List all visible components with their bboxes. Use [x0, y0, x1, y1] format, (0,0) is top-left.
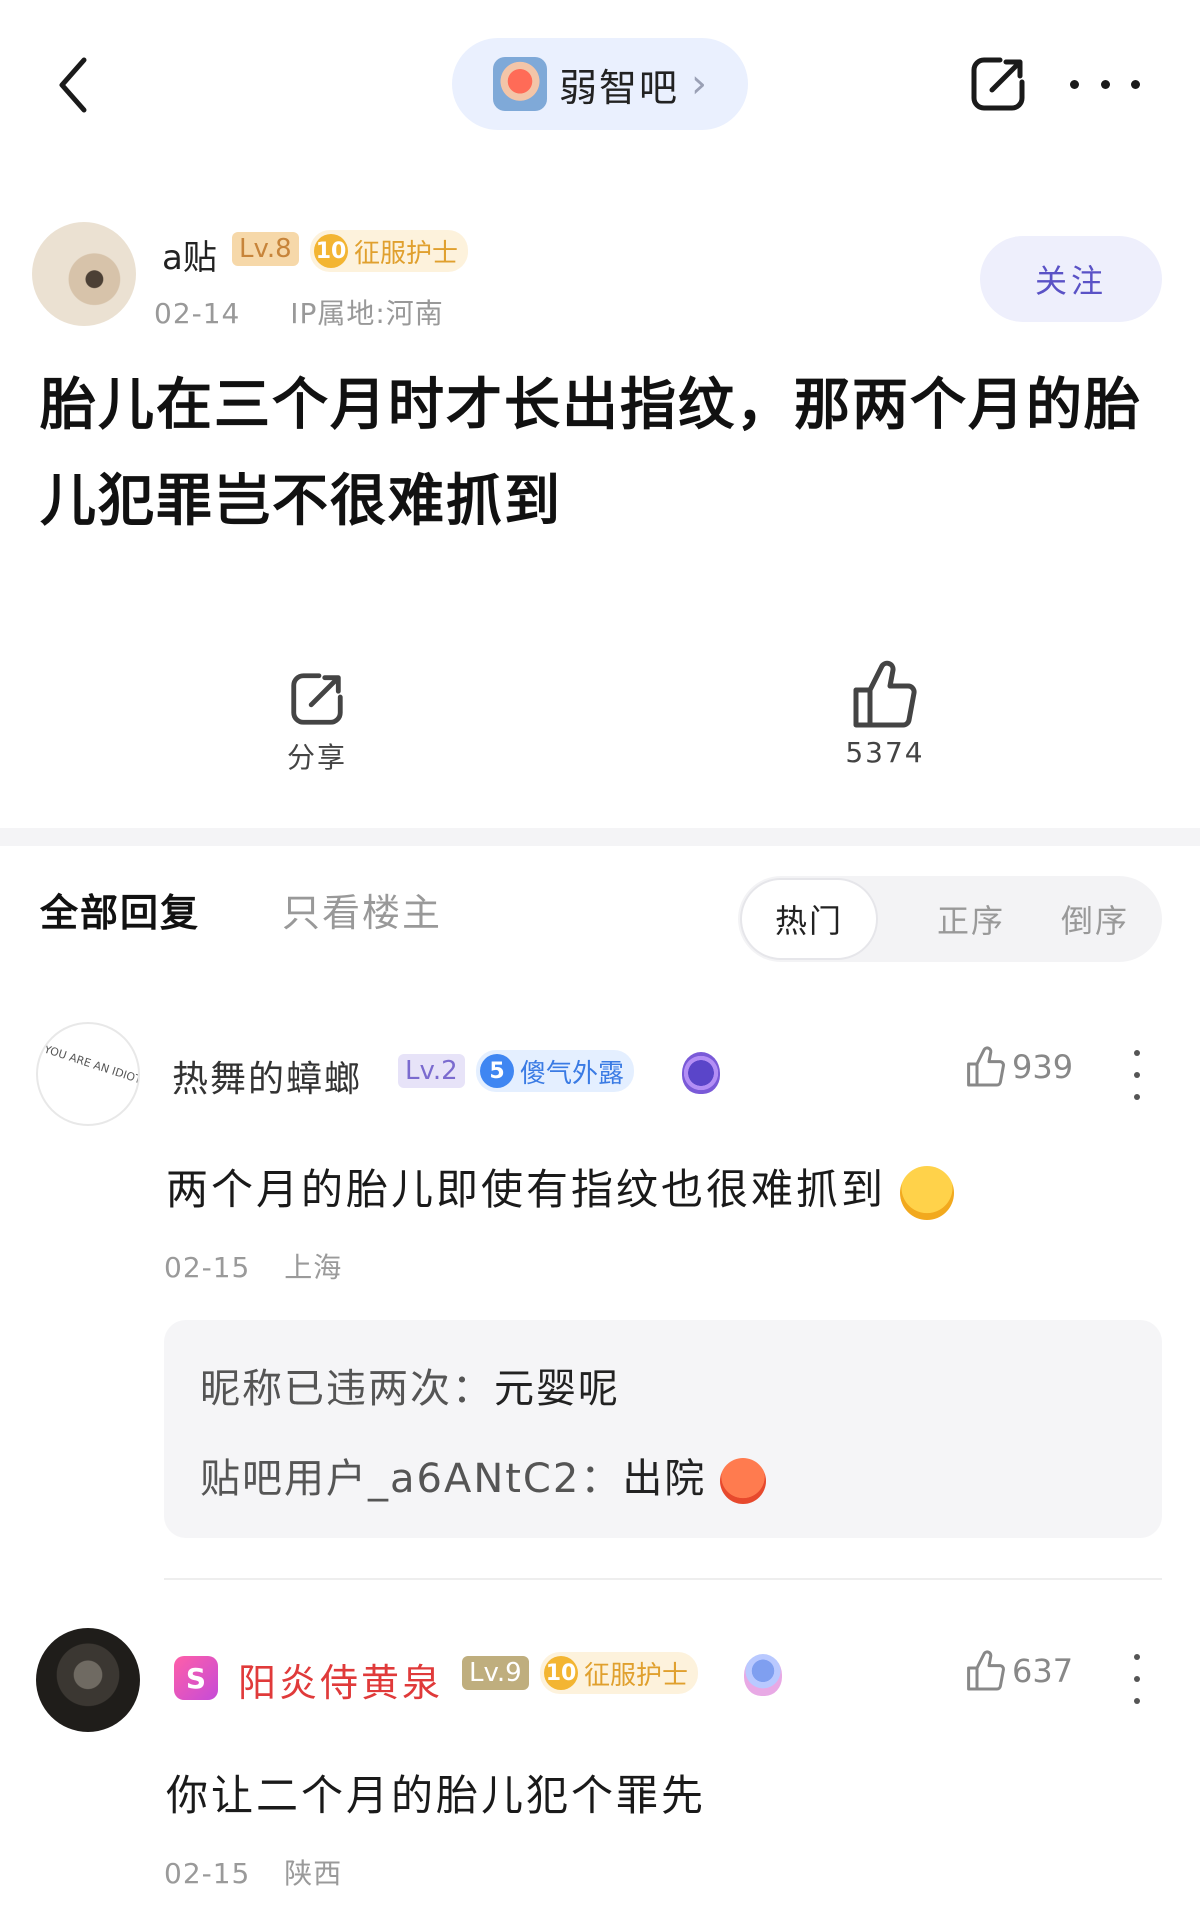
comment-like-button[interactable]: 637	[966, 1650, 1073, 1692]
share-button[interactable]	[966, 52, 1030, 116]
medal-icon	[682, 1052, 720, 1094]
more-options-button[interactable]	[1070, 62, 1140, 106]
comment-meta: 02-15 陕西	[164, 1852, 342, 1892]
vip-icon: S	[174, 1656, 218, 1700]
post-date: 02-14	[154, 297, 241, 330]
comment-location: 陕西	[284, 1857, 343, 1890]
badge-label: 征服护士	[354, 238, 459, 269]
badge-label: 征服护士	[584, 1660, 689, 1691]
badge-number: 10	[544, 1656, 578, 1690]
comment-username[interactable]: 阳炎侍黄泉	[238, 1652, 443, 1707]
badge-label: 傻气外露	[520, 1058, 625, 1089]
tab-all-replies[interactable]: 全部回复	[40, 882, 200, 937]
comment-text: 两个月的胎儿即使有指纹也很难抓到	[166, 1156, 955, 1220]
share-action-button[interactable]: 分享	[262, 668, 372, 778]
comment-date: 02-15	[164, 1251, 251, 1284]
comment-like-count: 939	[1012, 1048, 1074, 1086]
avatar-text: YOU ARE AN IDIOT	[42, 1042, 140, 1087]
comment-username[interactable]: 热舞的蟑螂	[172, 1050, 362, 1102]
comment-like-button[interactable]: 939	[966, 1046, 1073, 1088]
share-label: 分享	[286, 741, 347, 774]
comment-honor-badge: 5 傻气外露	[476, 1050, 635, 1092]
comment-like-count: 637	[1012, 1652, 1074, 1690]
chevron-left-icon	[59, 57, 87, 113]
thumbs-up-icon	[853, 660, 917, 728]
ip-location: IP属地:河南	[290, 297, 444, 330]
share-icon	[291, 673, 343, 725]
author-name[interactable]: a贴	[162, 230, 217, 279]
comment-avatar[interactable]	[36, 1628, 140, 1732]
comment-body: 两个月的胎儿即使有指纹也很难抓到	[166, 1165, 887, 1214]
comment-date: 02-15	[164, 1857, 251, 1890]
comment-more-button[interactable]	[1122, 1654, 1152, 1704]
sort-hot-button[interactable]: 热门	[740, 878, 878, 960]
sub-reply-author[interactable]: 昵称已违两次	[200, 1366, 452, 1412]
sort-descending-button[interactable]: 倒序	[1040, 878, 1150, 960]
like-post-button[interactable]: 5374	[830, 660, 940, 778]
more-vertical-icon	[1134, 1654, 1140, 1660]
sub-replies-box[interactable]	[164, 1320, 1162, 1538]
comment-level-badge: Lv.9	[462, 1656, 529, 1690]
thumbs-up-icon	[967, 1046, 1005, 1087]
angry-emoji-icon	[720, 1458, 767, 1504]
forum-link[interactable]: 弱智吧 ›	[452, 38, 748, 130]
sort-ascending-button[interactable]: 正序	[916, 878, 1026, 960]
more-vertical-icon	[1134, 1050, 1140, 1056]
back-button[interactable]	[48, 50, 98, 120]
like-count: 5374	[845, 736, 925, 769]
badge-number: 5	[480, 1054, 514, 1088]
comment-meta: 02-15 上海	[164, 1246, 342, 1286]
follow-button[interactable]: 关注	[980, 236, 1162, 322]
post-meta: 02-14 IP属地:河南	[154, 292, 444, 332]
sub-reply-text: 元婴呢	[494, 1366, 620, 1412]
more-horizontal-icon	[1070, 79, 1079, 89]
badge-number: 10	[314, 234, 348, 268]
sub-reply: 贴吧用户_a6ANtC2：出院	[200, 1446, 767, 1504]
chevron-right-icon: ›	[691, 61, 707, 107]
tab-op-only[interactable]: 只看楼主	[282, 882, 442, 937]
thinking-emoji-icon	[900, 1165, 955, 1220]
sub-reply-author[interactable]: 贴吧用户_a6ANtC2	[200, 1456, 580, 1502]
section-divider	[0, 828, 1200, 846]
comment-text: 你让二个月的胎儿犯个罪先	[166, 1771, 707, 1820]
sub-reply-text: 出院	[622, 1456, 707, 1502]
post-title: 胎儿在三个月时才长出指纹，那两个月的胎儿犯罪岂不很难抓到	[40, 373, 1142, 534]
author-honor-badge: 10 征服护士	[310, 230, 469, 272]
comment-more-button[interactable]	[1122, 1050, 1152, 1100]
comment-honor-badge: 10 征服护士	[540, 1652, 699, 1694]
comment-avatar[interactable]: YOU ARE AN IDIOT	[36, 1022, 140, 1126]
comment-divider	[164, 1578, 1162, 1580]
comment-level-badge: Lv.2	[398, 1054, 465, 1088]
share-icon	[971, 57, 1025, 111]
thumbs-up-icon	[967, 1650, 1005, 1691]
sub-reply: 昵称已违两次：元婴呢	[200, 1366, 620, 1412]
medal-icon	[744, 1654, 782, 1696]
forum-logo	[492, 57, 547, 111]
forum-name: 弱智吧	[558, 65, 679, 110]
author-avatar[interactable]	[32, 222, 136, 326]
comment-location: 上海	[284, 1251, 343, 1284]
author-level-badge: Lv.8	[232, 232, 299, 266]
